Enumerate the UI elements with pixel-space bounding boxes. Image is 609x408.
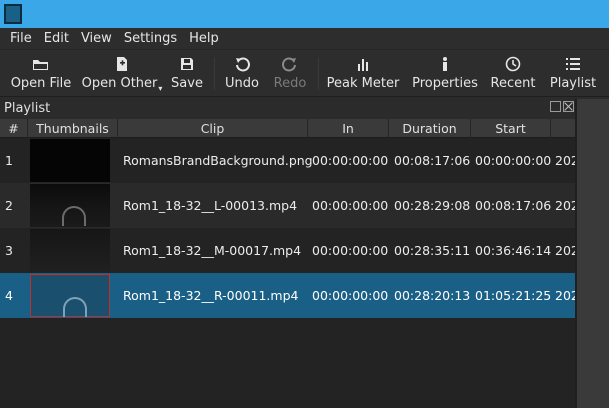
table-row-selected[interactable]: 4 Rom1_18-32__R-00011.mp4 00:00:00:00 00…	[0, 273, 575, 318]
clip-name: RomansBrandBackground.png	[123, 153, 313, 168]
playlist-table: # Thumbnails Clip In Duration Start 1 Ro…	[0, 119, 575, 408]
thumbnail-figure	[63, 297, 87, 317]
thumbnail-figure	[62, 206, 86, 226]
properties-button[interactable]: Properties	[412, 54, 478, 94]
clip-in: 00:00:00:00	[312, 243, 389, 258]
toolbar-separator	[318, 58, 319, 90]
recent-button[interactable]: Recent	[490, 54, 536, 94]
clip-duration: 00:28:29:08	[394, 198, 471, 213]
clip-duration: 00:08:17:06	[394, 153, 471, 168]
clip-in: 00:00:00:00	[312, 153, 389, 168]
clip-name: Rom1_18-32__L-00013.mp4	[123, 198, 298, 213]
undo-button[interactable]: Undo	[222, 54, 262, 94]
recent-label: Recent	[490, 76, 536, 91]
panel-title-text: Playlist	[4, 101, 51, 116]
playlist-label: Playlist	[549, 76, 597, 91]
clip-date: 202	[555, 153, 575, 168]
open-other-icon	[112, 54, 132, 74]
save-icon	[177, 54, 197, 74]
properties-label: Properties	[412, 76, 478, 91]
undo-label: Undo	[225, 76, 259, 91]
menu-help[interactable]: Help	[183, 31, 225, 46]
playlist-button[interactable]: Playlist	[548, 54, 598, 94]
menu-settings[interactable]: Settings	[118, 31, 183, 46]
window-titlebar	[0, 0, 609, 28]
peak-meter-label: Peak Meter	[326, 76, 400, 91]
column-header-in[interactable]: In	[308, 119, 389, 138]
clip-date: 202	[555, 243, 575, 258]
open-other-button[interactable]: Open Other▾	[81, 54, 163, 94]
info-icon	[435, 54, 455, 74]
column-header-duration[interactable]: Duration	[389, 119, 471, 138]
playlist-panel-title: Playlist	[0, 99, 575, 118]
clip-date: 202	[555, 198, 575, 213]
chevron-down-icon: ▾	[158, 84, 163, 93]
list-icon	[563, 54, 583, 74]
column-header-extra[interactable]	[551, 119, 575, 138]
table-header: # Thumbnails Clip In Duration Start	[0, 119, 575, 138]
open-file-icon	[31, 54, 51, 74]
open-other-label: Open Other▾	[81, 76, 163, 93]
clip-start: 00:08:17:06	[475, 198, 552, 213]
peak-meter-button[interactable]: Peak Meter	[326, 54, 400, 94]
redo-label: Redo	[273, 76, 307, 91]
menu-view[interactable]: View	[75, 31, 118, 46]
clip-thumbnail	[30, 184, 110, 227]
float-panel-icon[interactable]	[550, 101, 561, 112]
clip-in: 00:00:00:00	[312, 288, 389, 303]
clock-icon	[503, 54, 523, 74]
row-number: 2	[5, 198, 13, 213]
clip-start: 00:00:00:00	[475, 153, 552, 168]
menu-file[interactable]: File	[4, 31, 38, 46]
table-row[interactable]: 1 RomansBrandBackground.png 00:00:00:00 …	[0, 138, 575, 183]
main-toolbar: Open File Open Other▾ Save Undo Redo Pea…	[0, 49, 609, 97]
row-number: 4	[5, 288, 13, 303]
clip-thumbnail	[30, 274, 110, 317]
clip-start: 00:36:46:14	[475, 243, 552, 258]
row-number: 3	[5, 243, 13, 258]
column-header-start[interactable]: Start	[471, 119, 551, 138]
column-header-clip[interactable]: Clip	[118, 119, 308, 138]
clip-name: Rom1_18-32__M-00017.mp4	[123, 243, 302, 258]
column-header-number[interactable]: #	[0, 119, 28, 138]
app-icon[interactable]	[4, 4, 22, 24]
save-button[interactable]: Save	[168, 54, 206, 94]
clip-duration: 00:28:35:11	[394, 243, 471, 258]
undo-icon	[232, 54, 252, 74]
clip-name: Rom1_18-32__R-00011.mp4	[123, 288, 299, 303]
open-file-label: Open File	[10, 76, 72, 91]
clip-thumbnail	[30, 139, 110, 182]
table-row[interactable]: 3 Rom1_18-32__M-00017.mp4 00:00:00:00 00…	[0, 228, 575, 273]
clip-thumbnail	[30, 229, 110, 272]
save-label: Save	[171, 76, 203, 91]
redo-button[interactable]: Redo	[272, 54, 308, 94]
table-row[interactable]: 2 Rom1_18-32__L-00013.mp4 00:00:00:00 00…	[0, 183, 575, 228]
column-header-thumbnails[interactable]: Thumbnails	[28, 119, 118, 138]
close-panel-icon[interactable]	[563, 101, 574, 112]
clip-start: 01:05:21:25	[475, 288, 552, 303]
toolbar-separator	[214, 58, 215, 90]
row-number: 1	[5, 153, 13, 168]
right-panel-gutter	[575, 99, 609, 408]
clip-duration: 00:28:20:13	[394, 288, 471, 303]
clip-in: 00:00:00:00	[312, 198, 389, 213]
peak-meter-icon	[353, 54, 373, 74]
menu-bar: File Edit View Settings Help	[0, 28, 609, 49]
redo-icon	[280, 54, 300, 74]
clip-date: 202	[555, 288, 575, 303]
splitter-handle[interactable]	[575, 99, 577, 408]
menu-edit[interactable]: Edit	[38, 31, 75, 46]
open-file-button[interactable]: Open File	[10, 54, 72, 94]
